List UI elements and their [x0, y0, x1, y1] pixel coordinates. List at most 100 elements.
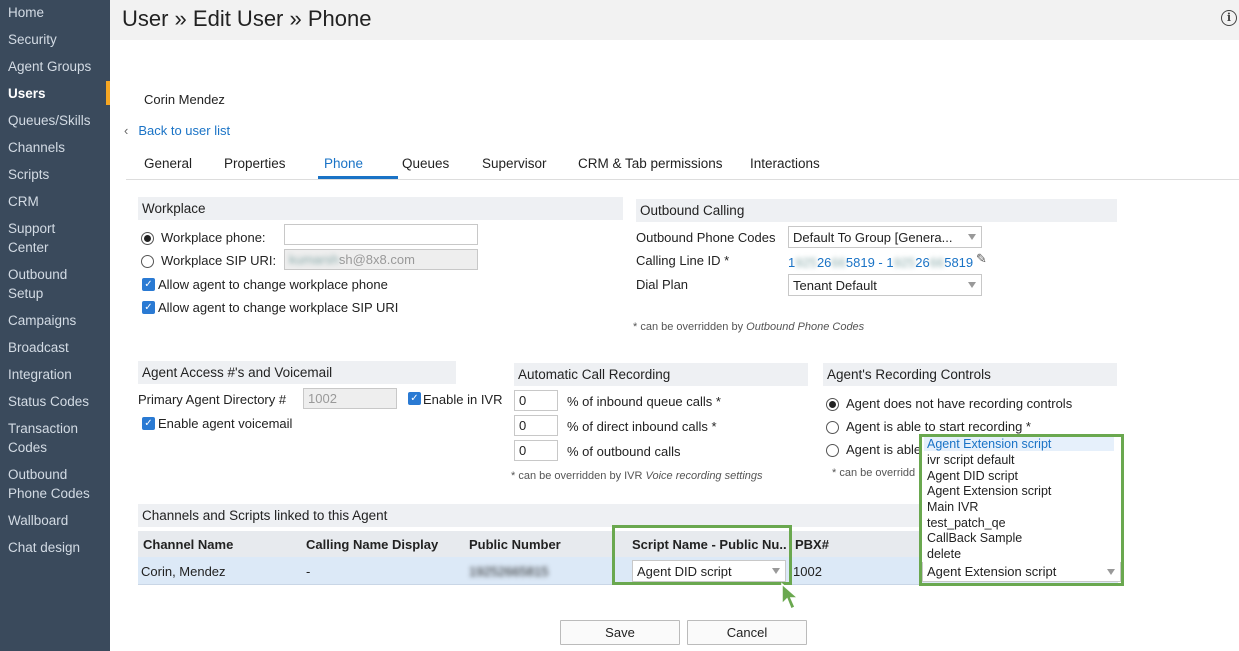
workplace-phone-label: Workplace phone: [161, 230, 266, 245]
main-content: User » Edit User » Phone i Corin Mendez … [110, 0, 1239, 651]
dial-plan-select[interactable]: Tenant Default [788, 274, 982, 296]
cli-part: 26 [816, 255, 832, 270]
workplace-sip-input[interactable]: kumarshsh@8x8.com [284, 249, 478, 270]
sidebar-item-agent-groups[interactable]: Agent Groups [8, 57, 108, 76]
allow-change-sip-checkbox[interactable]: ✓ [142, 301, 155, 314]
chevron-down-icon [968, 282, 976, 288]
sidebar-item-campaigns[interactable]: Campaigns [8, 311, 108, 330]
note-prefix: * can be overridden by IVR [511, 470, 646, 482]
cli-part: 26 [915, 255, 930, 270]
header: User » Edit User » Phone i [110, 0, 1239, 40]
sidebar-item-outbound-phone-codes[interactable]: Outbound Phone Codes [8, 465, 98, 503]
sidebar-item-support-center[interactable]: Support Center [8, 219, 78, 257]
sidebar-item-broadcast[interactable]: Broadcast [8, 338, 108, 357]
sidebar-item-wallboard[interactable]: Wallboard [8, 511, 108, 530]
cli-masked: 66 [929, 255, 945, 270]
controls-section-title: Agent's Recording Controls [823, 363, 1117, 386]
start-recording-radio[interactable] [826, 421, 839, 434]
highlight-script-column [612, 525, 792, 585]
sip-suffix-text: sh@8x8.com [338, 252, 415, 267]
directory-input[interactable]: 1002 [303, 388, 397, 409]
sip-masked-text: kumarsh [289, 252, 339, 267]
allow-change-sip-label: Allow agent to change workplace SIP URI [158, 300, 399, 315]
col-public-number[interactable]: Public Number [469, 537, 561, 552]
sidebar-item-crm[interactable]: CRM [8, 192, 108, 211]
sidebar-item-home[interactable]: Home [8, 3, 108, 22]
cli-masked: 925 [795, 255, 817, 270]
workplace-sip-radio[interactable] [141, 255, 154, 268]
user-name: Corin Mendez [144, 92, 225, 107]
col-pbx[interactable]: PBX# [795, 537, 829, 552]
sidebar-item-channels[interactable]: Channels [8, 138, 108, 157]
cell-pbx: 1002 [793, 564, 822, 579]
no-recording-controls-radio[interactable] [826, 398, 839, 411]
direct-inbound-percent-input[interactable] [514, 415, 558, 436]
inbound-queue-percent-input[interactable] [514, 390, 558, 411]
cli-value[interactable]: 192526665819 - 192526665819 [788, 255, 973, 270]
tab-supervisor[interactable]: Supervisor [482, 156, 547, 171]
workplace-phone-radio[interactable] [141, 232, 154, 245]
sidebar-item-scripts[interactable]: Scripts [8, 165, 108, 184]
inbound-queue-percent-label: % of inbound queue calls * [567, 394, 721, 409]
sidebar-item-status-codes[interactable]: Status Codes [8, 392, 108, 411]
recording-section-title: Automatic Call Recording [514, 363, 808, 386]
tab-crm-tab-permissions[interactable]: CRM & Tab permissions [578, 156, 723, 171]
sidebar-item-queues-skills[interactable]: Queues/Skills [8, 111, 108, 130]
allow-change-phone-checkbox[interactable]: ✓ [142, 278, 155, 291]
cell-public-number: 19252665815 [469, 564, 549, 579]
enable-ivr-checkbox[interactable]: ✓ [408, 392, 421, 405]
outbound-note: * can be overridden by Outbound Phone Co… [633, 321, 864, 333]
pencil-icon[interactable]: ✎ [976, 251, 987, 267]
no-recording-controls-label: Agent does not have recording controls [846, 396, 1073, 411]
cli-part: 5819 - 1 [845, 255, 894, 270]
tab-general[interactable]: General [144, 156, 192, 171]
chevron-down-icon [968, 234, 976, 240]
outbound-percent-label: % of outbound calls [567, 444, 681, 459]
dial-plan-label: Dial Plan [636, 277, 689, 292]
enable-voicemail-checkbox[interactable]: ✓ [142, 417, 155, 430]
save-button[interactable]: Save [560, 620, 680, 645]
tab-interactions[interactable]: Interactions [750, 156, 820, 171]
access-section-title: Agent Access #'s and Voicemail [138, 361, 456, 384]
enable-ivr-label: Enable in IVR [423, 392, 503, 407]
workplace-sip-label: Workplace SIP URI: [161, 253, 277, 268]
active-tab-underline [318, 176, 398, 179]
sidebar-item-chat-design[interactable]: Chat design [8, 538, 108, 557]
tab-properties[interactable]: Properties [224, 156, 286, 171]
cell-calling-name: - [306, 564, 311, 579]
page-title: User » Edit User » Phone [122, 6, 372, 31]
able-recording-radio[interactable] [826, 444, 839, 457]
cli-part: 5819 [944, 255, 974, 270]
recording-note: * can be overridden by IVR Voice recordi… [511, 470, 763, 482]
cancel-button[interactable]: Cancel [687, 620, 807, 645]
sidebar-item-outbound-setup[interactable]: Outbound Setup [8, 265, 78, 303]
sidebar-item-security[interactable]: Security [8, 30, 108, 49]
highlight-dropdown [919, 434, 1124, 586]
workplace-section-title: Workplace [138, 197, 623, 220]
back-to-user-list-link[interactable]: ‹ Back to user list [124, 123, 230, 138]
direct-inbound-percent-label: % of direct inbound calls * [567, 419, 717, 434]
outbound-codes-value: Default To Group [Genera... [793, 230, 953, 245]
outbound-section-title: Outbound Calling [636, 199, 1117, 222]
outbound-codes-label: Outbound Phone Codes [636, 230, 776, 245]
note-emphasis: Outbound Phone Codes [746, 321, 865, 333]
sidebar-item-integration[interactable]: Integration [8, 365, 108, 384]
tab-bar: General Properties Phone Queues Supervis… [126, 150, 1239, 180]
dial-plan-value: Tenant Default [793, 278, 877, 293]
able-recording-label: Agent is able [846, 442, 922, 457]
allow-change-phone-label: Allow agent to change workplace phone [158, 277, 388, 292]
tab-queues[interactable]: Queues [402, 156, 449, 171]
col-channel-name[interactable]: Channel Name [143, 537, 233, 552]
cli-label: Calling Line ID * [636, 253, 730, 268]
tab-phone[interactable]: Phone [324, 156, 363, 171]
directory-label: Primary Agent Directory # [138, 392, 287, 407]
col-calling-name-display[interactable]: Calling Name Display [306, 537, 438, 552]
sidebar-item-users[interactable]: Users [8, 84, 108, 103]
controls-note: * can be overridd [832, 467, 916, 479]
sidebar-item-transaction-codes[interactable]: Transaction Codes [8, 419, 88, 457]
info-icon[interactable]: i [1221, 10, 1237, 26]
cli-masked: 925 [893, 255, 916, 270]
outbound-percent-input[interactable] [514, 440, 558, 461]
outbound-codes-select[interactable]: Default To Group [Genera... [788, 226, 982, 248]
workplace-phone-input[interactable] [284, 224, 478, 245]
